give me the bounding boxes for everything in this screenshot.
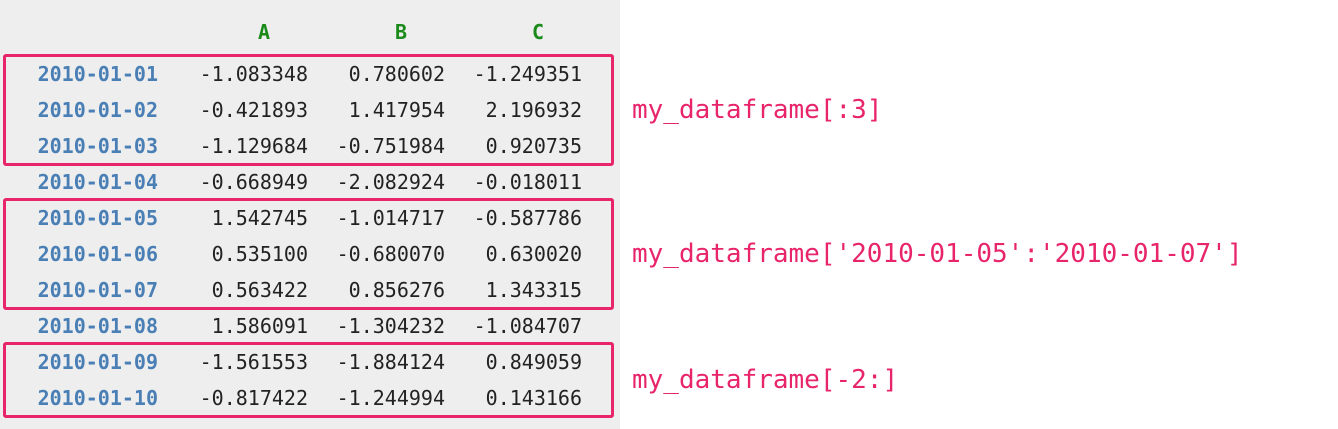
- cell-a: 1.586091: [211, 314, 308, 338]
- table-row: 2010-01-08 1.586091 -1.304232 -1.084707: [0, 308, 620, 344]
- selection-label: my_dataframe[:3]: [632, 95, 883, 125]
- cell-b: -2.082924: [336, 170, 445, 194]
- row-index: 2010-01-08: [37, 314, 158, 338]
- cell-b: -1.304232: [336, 314, 445, 338]
- selection-box: [3, 342, 614, 418]
- cell-c: -0.018011: [473, 170, 582, 194]
- table-row: 2010-01-04 -0.668949 -2.082924 -0.018011: [0, 164, 620, 200]
- cell-a: -0.668949: [199, 170, 308, 194]
- cell-c: -1.084707: [473, 314, 582, 338]
- column-header-c: C: [531, 20, 545, 44]
- selection-label: my_dataframe['2010-01-05':'2010-01-07']: [632, 239, 1243, 269]
- selection-box: [3, 198, 614, 310]
- row-index: 2010-01-04: [37, 170, 158, 194]
- column-header-a: A: [257, 20, 271, 44]
- selection-box: [3, 54, 614, 166]
- selection-label: my_dataframe[-2:]: [632, 365, 899, 395]
- column-header-b: B: [394, 20, 408, 44]
